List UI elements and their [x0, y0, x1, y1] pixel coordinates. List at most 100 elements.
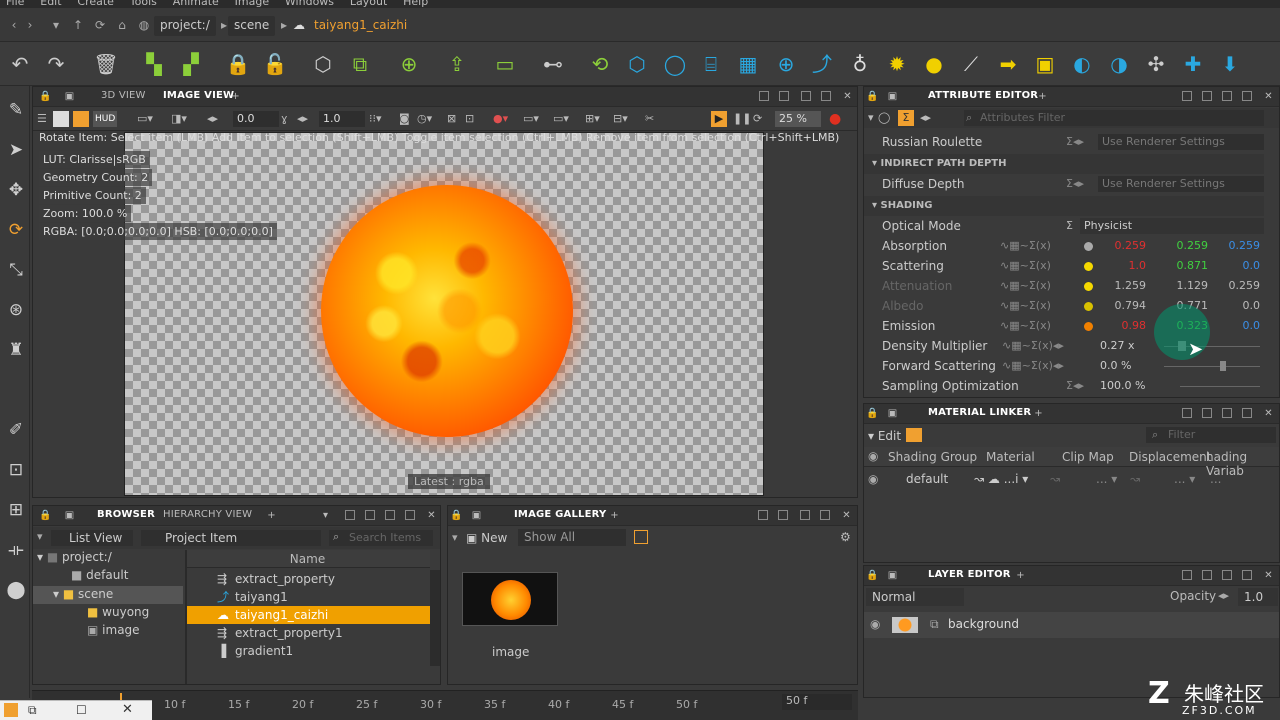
sun-icon[interactable]: ✹	[883, 50, 911, 78]
unlock-icon[interactable]: 🔓	[261, 50, 289, 78]
lock-icon[interactable]: 🔒	[866, 407, 879, 420]
edit-menu[interactable]: ▾ Edit	[868, 429, 901, 443]
density-value[interactable]: 0.27 x	[1100, 336, 1150, 356]
color-value-r[interactable]: 1.0	[1096, 256, 1147, 276]
section-shading[interactable]: ▾ SHADING	[864, 196, 1264, 216]
maximize-icon[interactable]	[821, 91, 831, 101]
maximize-window-icon[interactable]: ☐	[76, 703, 87, 717]
sigma-icon[interactable]: Σ	[898, 110, 914, 126]
frame-icon[interactable]: ⊡	[4, 458, 28, 482]
pane-icon[interactable]	[1222, 91, 1232, 101]
region-icon[interactable]: ▭▾	[523, 111, 539, 127]
panel-menu-icon[interactable]: ▣	[886, 569, 899, 582]
gamma-icon[interactable]: ɣ	[281, 111, 288, 127]
close-icon[interactable]: ✕	[840, 509, 853, 522]
name-column-header[interactable]: Name	[185, 550, 430, 568]
group-icon[interactable]: ▚	[140, 50, 168, 78]
end-frame-field[interactable]: 50 f	[782, 694, 852, 710]
add-tab-icon[interactable]: +	[1032, 407, 1045, 420]
menu-icon[interactable]: ☰	[37, 111, 47, 127]
list-item[interactable]: ▐ gradient1	[187, 642, 430, 660]
pane-icon[interactable]	[800, 510, 810, 520]
split-icon[interactable]	[779, 91, 789, 101]
color-value-b[interactable]: 0.0	[1210, 256, 1261, 276]
comment-icon[interactable]: ▭	[491, 50, 519, 78]
lock-icon[interactable]: 🔒	[866, 569, 879, 582]
refresh-icon[interactable]: ⟲	[586, 50, 614, 78]
search-input[interactable]: Search Items	[329, 530, 433, 546]
add-tab-icon[interactable]: +	[1036, 90, 1049, 103]
layer-row[interactable]: ◉ ⧉ background	[864, 612, 1279, 638]
dome-icon[interactable]: ◑	[1105, 50, 1133, 78]
menu-icon[interactable]: ▾	[868, 111, 874, 124]
lock-icon[interactable]: 🔒	[39, 90, 52, 103]
maximize-icon[interactable]	[1242, 91, 1252, 101]
add-tab-icon[interactable]: +	[265, 509, 278, 522]
panel-menu-icon[interactable]: ▣	[63, 90, 76, 103]
curve-controls-icon[interactable]: ∿▦~Σ(x)	[1000, 259, 1051, 273]
color-value-g[interactable]: 1.129	[1158, 276, 1209, 296]
path-icon[interactable]: ⤴	[808, 50, 836, 78]
pivot-icon[interactable]: ⊛	[4, 298, 28, 322]
compare-icon[interactable]: ⊡	[465, 111, 474, 127]
panel-menu-icon[interactable]: ▣	[886, 90, 899, 103]
opacity-field[interactable]: 1.0	[1238, 588, 1278, 606]
eye-icon[interactable]: ◉	[868, 472, 878, 486]
tab-attribute-editor[interactable]: ATTRIBUTE EDITOR	[928, 90, 1038, 101]
tab-list-icon[interactable]: ▾	[319, 509, 332, 522]
pen-icon[interactable]: ✎	[4, 98, 28, 122]
tab-hierarchy-view[interactable]: HIERARCHY VIEW	[163, 509, 252, 520]
split-icon[interactable]	[1202, 91, 1212, 101]
link-icon[interactable]: ⊷	[539, 50, 567, 78]
sigma-icon[interactable]: Σ	[1066, 219, 1073, 233]
nav-icon[interactable]: ◂▸	[920, 111, 931, 124]
lock-icon[interactable]: 🔒	[224, 50, 252, 78]
layout-icon[interactable]	[1182, 408, 1192, 418]
clip-dots[interactable]: ... ▾	[1096, 472, 1117, 486]
color-swatch[interactable]	[1084, 242, 1093, 251]
exposure-arrows-icon[interactable]: ◂▸	[207, 111, 218, 127]
exposure-field[interactable]: 0.0	[233, 111, 279, 127]
panel-menu-icon[interactable]: ▣	[470, 509, 483, 522]
rotate-icon[interactable]: ⟳	[4, 218, 28, 242]
col-displacement[interactable]: Displacement	[1129, 450, 1212, 464]
attributes-filter-input[interactable]: Attributes Filter	[964, 110, 1264, 126]
list-item[interactable]: ⇶ extract_property1	[187, 624, 430, 642]
add-tab-icon[interactable]: +	[1014, 569, 1027, 582]
undo-icon[interactable]: ↶	[6, 50, 34, 78]
filter-select[interactable]: Project Item	[141, 530, 321, 546]
checker-icon[interactable]	[53, 111, 69, 127]
view-mode-select[interactable]: List View	[51, 530, 133, 546]
menu-icon[interactable]: ▾	[452, 531, 458, 544]
reload-icon[interactable]: ⟳	[92, 17, 108, 33]
light-icon[interactable]: ♁	[846, 50, 874, 78]
zoom-percent-field[interactable]: 25 %	[775, 111, 821, 127]
color-picker-icon[interactable]: ●▾	[493, 111, 508, 127]
image-canvas[interactable]: Latest : rgba	[124, 132, 764, 496]
color-swatch[interactable]	[1084, 302, 1093, 311]
tab-image-gallery[interactable]: IMAGE GALLERY	[514, 509, 606, 520]
pane-icon[interactable]	[385, 510, 395, 520]
history-icon[interactable]: ◷▾	[417, 111, 432, 127]
record-render-icon[interactable]: ●	[829, 111, 841, 127]
color-value-b[interactable]: 0.0	[1210, 296, 1261, 316]
split-icon[interactable]	[778, 510, 788, 520]
blend-mode-select[interactable]: Normal	[866, 588, 964, 606]
settings-icon[interactable]: ⚙	[840, 530, 851, 544]
export-icon[interactable]: ⇪	[443, 50, 471, 78]
area-light-icon[interactable]: ▣	[1031, 50, 1059, 78]
split-icon[interactable]	[365, 510, 375, 520]
opacity-arrows-icon[interactable]: ◂▸	[1218, 589, 1229, 602]
color-value-r[interactable]: 1.259	[1096, 276, 1147, 296]
curve-controls-icon[interactable]: ∿▦~Σ(x)	[1000, 299, 1051, 313]
color-value-b[interactable]: 0.0	[1210, 316, 1261, 336]
tools-icon[interactable]: ✂	[645, 111, 654, 127]
split-icon[interactable]	[1202, 570, 1212, 580]
back-icon[interactable]: ‹	[6, 17, 22, 33]
split-icon[interactable]	[1202, 408, 1212, 418]
close-icon[interactable]: ✕	[1262, 569, 1275, 582]
menu-file[interactable]: File	[6, 0, 24, 8]
menu-tools[interactable]: Tools	[130, 0, 157, 8]
tab-material-linker[interactable]: MATERIAL LINKER	[928, 407, 1031, 418]
menu-image[interactable]: Image	[235, 0, 269, 8]
